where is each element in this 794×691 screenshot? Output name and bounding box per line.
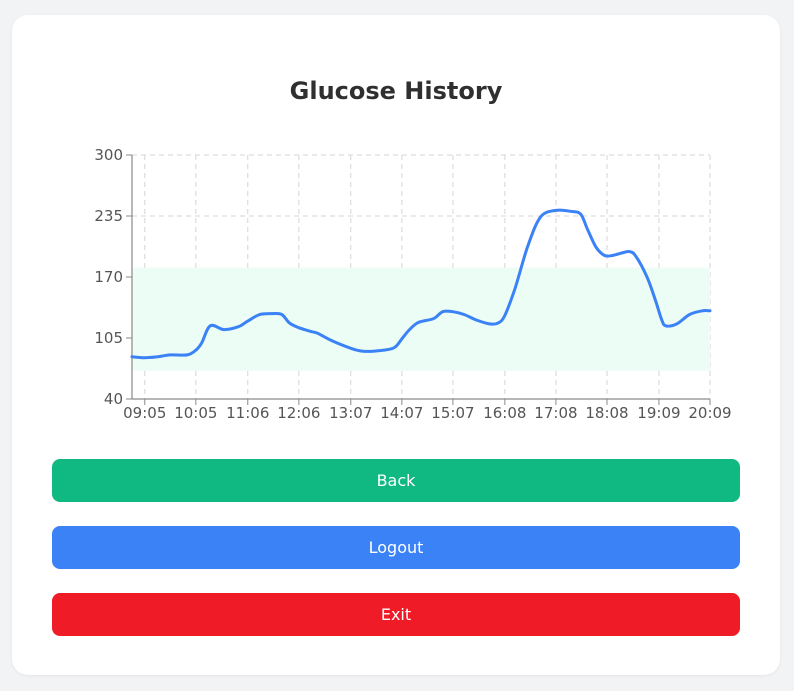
x-tick-label: 10:05 <box>174 404 217 422</box>
x-tick-label: 16:08 <box>483 404 526 422</box>
x-tick-label: 17:08 <box>534 404 577 422</box>
x-tick-label: 18:08 <box>585 404 628 422</box>
x-tick-label: 14:07 <box>380 404 423 422</box>
x-tick-label: 15:07 <box>431 404 474 422</box>
y-tick-label: 40 <box>104 390 123 408</box>
x-tick-label: 09:05 <box>123 404 166 422</box>
y-axis-ticks: 40 105 170 235 300 <box>94 146 132 408</box>
y-tick-label: 235 <box>94 207 123 225</box>
target-range-rect <box>132 267 710 371</box>
glucose-chart: 40 105 170 235 300 09:05 10:05 11:06 12:06 13:07… <box>94 146 732 422</box>
x-tick-label: 20:09 <box>688 404 731 422</box>
y-tick-label: 105 <box>94 329 123 347</box>
logout-button[interactable]: Logout <box>52 526 740 569</box>
back-button[interactable]: Back <box>52 459 740 502</box>
y-tick-label: 170 <box>94 268 123 286</box>
x-axis-ticks: 09:05 10:05 11:06 12:06 13:07 14:07 15:07 16:08… <box>123 399 732 422</box>
x-tick-label: 13:07 <box>329 404 372 422</box>
exit-button[interactable]: Exit <box>52 593 740 636</box>
target-range-band <box>132 267 710 371</box>
x-tick-label: 11:06 <box>226 404 269 422</box>
x-tick-label: 12:06 <box>277 404 320 422</box>
glucose-history-card: Glucose History 40 105 170 235 300 09:05 10:0… <box>12 15 780 675</box>
x-tick-label: 19:09 <box>637 404 680 422</box>
y-tick-label: 300 <box>94 146 123 164</box>
